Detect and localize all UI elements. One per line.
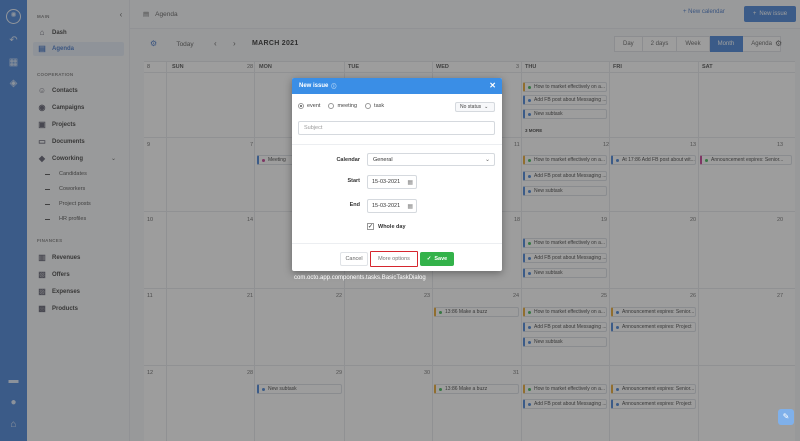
close-icon[interactable]: ✕ — [489, 81, 496, 90]
more-options-button[interactable]: More options — [370, 251, 418, 267]
new-issue-dialog: New issue ⓘ ✕ event meeting task No stat… — [292, 78, 502, 271]
end-date-value: 15-03-2021 — [372, 203, 401, 209]
status-value: No status — [460, 104, 482, 110]
status-select[interactable]: No status ⌄ — [455, 102, 495, 112]
type-radio-task[interactable]: task — [365, 103, 384, 109]
dialog-header: New issue ⓘ ✕ — [292, 78, 502, 94]
end-label: End — [349, 202, 360, 208]
end-date-input[interactable]: 15-03-2021 ▦ — [367, 199, 417, 213]
start-label: Start — [347, 178, 360, 184]
subject-input[interactable]: Subject — [298, 121, 495, 135]
start-date-input[interactable]: 15-03-2021 ▦ — [367, 175, 417, 189]
radio-circle — [365, 103, 372, 109]
radio-label: meeting — [337, 103, 358, 109]
component-caption: com.octo.app.components.tasks.BasicTaskD… — [294, 275, 426, 281]
calendar-select-value: General — [373, 156, 393, 163]
save-label: Save — [434, 256, 448, 262]
chevron-down-icon: ⌄ — [484, 157, 490, 163]
whole-day-checkbox[interactable]: ✓ Whole day — [367, 223, 406, 230]
checkmark-icon: ✓ — [367, 223, 374, 230]
whole-day-label: Whole day — [378, 223, 406, 230]
radio-circle — [298, 103, 304, 109]
check-icon: ✓ — [426, 256, 432, 262]
radio-circle — [328, 103, 335, 109]
type-radio-event[interactable]: event — [298, 103, 320, 109]
calendar-select[interactable]: General ⌄ — [367, 153, 495, 166]
issue-type-group: event meeting task — [298, 103, 384, 109]
cancel-button[interactable]: Cancel — [340, 252, 368, 266]
radio-label: task — [374, 103, 385, 109]
chevron-down-icon: ⌄ — [484, 104, 489, 110]
save-button[interactable]: ✓ Save — [420, 252, 454, 266]
start-date-value: 15-03-2021 — [372, 179, 401, 185]
calendar-label: Calendar — [336, 157, 360, 163]
divider — [292, 243, 502, 244]
radio-label: event — [307, 103, 321, 109]
dialog-title: New issue — [299, 83, 329, 89]
feedback-icon[interactable]: ✎ — [778, 409, 794, 425]
calendar-icon: ▦ — [407, 179, 413, 186]
type-radio-meeting[interactable]: meeting — [328, 103, 357, 109]
divider — [292, 144, 502, 145]
help-icon[interactable]: ⓘ — [331, 83, 336, 90]
calendar-icon: ▦ — [407, 203, 413, 210]
